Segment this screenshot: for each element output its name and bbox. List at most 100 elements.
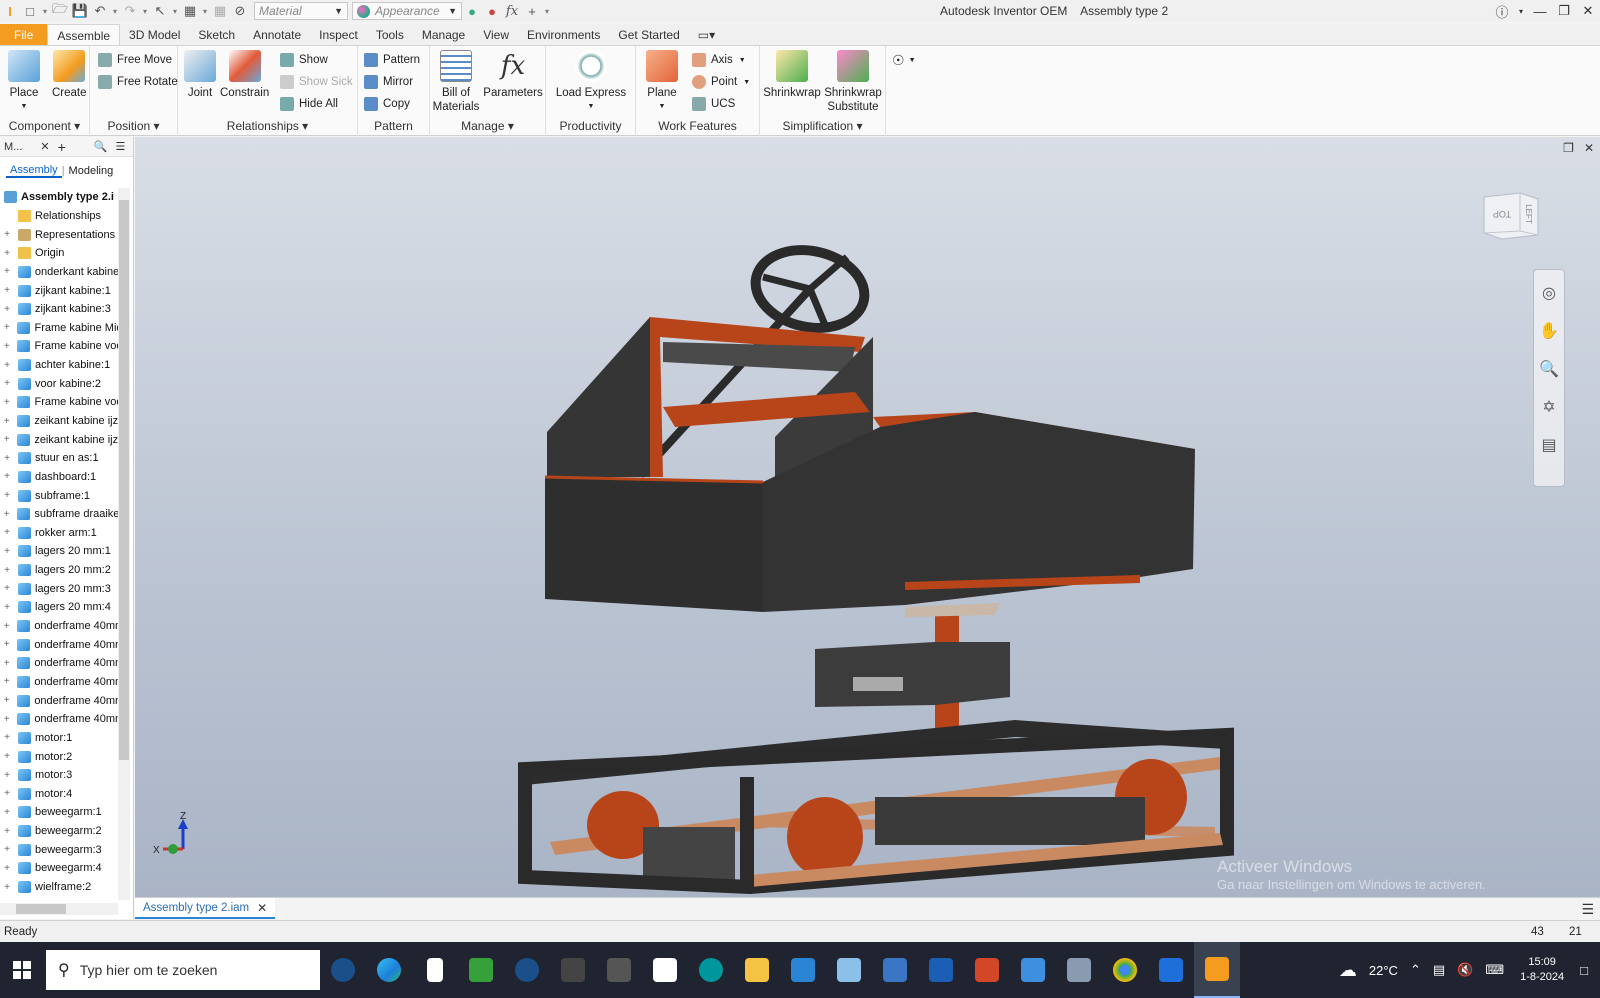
tree-node[interactable]: + onderframe 40mm — [0, 710, 118, 729]
tab-manage[interactable]: Manage — [413, 24, 474, 46]
taskbar-app-arduino[interactable] — [688, 942, 734, 998]
clock[interactable]: 15:09 1-8-2024 — [1520, 955, 1564, 985]
expand-icon[interactable]: + — [2, 546, 12, 557]
zoom-icon[interactable]: 🔍 — [1534, 354, 1564, 384]
expand-icon[interactable]: + — [2, 378, 12, 389]
taskbar-app-steam-2[interactable] — [504, 942, 550, 998]
expand-icon[interactable]: + — [2, 583, 12, 594]
update-dropdown-icon[interactable]: ▾ — [200, 7, 210, 16]
expand-icon[interactable]: + — [2, 695, 11, 706]
clear-appearance-icon[interactable]: ⊘ — [230, 1, 250, 21]
orbit-icon[interactable]: ✡ — [1534, 392, 1564, 422]
close-view-icon[interactable]: ✕ — [1584, 141, 1594, 155]
undo-icon[interactable]: ↶ — [90, 1, 110, 21]
keyboard-icon[interactable]: ⌨ — [1485, 962, 1504, 978]
expand-icon[interactable]: + — [2, 639, 11, 650]
tree-node[interactable]: + subframe draaiker — [0, 505, 118, 524]
tab-assemble[interactable]: Assemble — [47, 24, 121, 46]
taskbar-app-printer[interactable] — [1056, 942, 1102, 998]
help-dropdown-icon[interactable]: ▾ — [1514, 7, 1528, 16]
pan-icon[interactable]: ✋ — [1534, 316, 1564, 346]
taskbar-app-c[interactable] — [1148, 942, 1194, 998]
clear-override-icon[interactable]: ● — [482, 1, 502, 21]
axis-button[interactable]: Axis ▼ — [692, 50, 746, 70]
tab-sketch[interactable]: Sketch — [189, 24, 244, 46]
document-tab[interactable]: Assembly type 2.iam ✕ — [135, 898, 276, 919]
viewcube[interactable]: TOP LEFT — [1480, 189, 1540, 241]
tree-node[interactable]: + beweegarm:2 — [0, 822, 118, 841]
tree-node[interactable]: + achter kabine:1 — [0, 356, 118, 375]
tab-get-started[interactable]: Get Started — [609, 24, 688, 46]
create-button[interactable]: Create — [52, 50, 87, 100]
copy-button[interactable]: Copy — [364, 94, 410, 114]
rebuild-icon[interactable]: ▦ — [210, 1, 230, 21]
tree-node[interactable]: + Frame kabine voo — [0, 393, 118, 412]
pattern-button[interactable]: Pattern — [364, 50, 420, 70]
taskbar-app-explorer[interactable] — [734, 942, 780, 998]
minimize-button[interactable]: — — [1528, 4, 1552, 19]
expand-icon[interactable]: + — [2, 882, 12, 893]
new-dropdown-icon[interactable]: ▾ — [40, 7, 50, 16]
expand-icon[interactable]: + — [2, 621, 11, 632]
group-label[interactable]: Simplification ▾ — [760, 119, 885, 133]
taskbar-app-tool[interactable] — [550, 942, 596, 998]
tab-file[interactable]: File — [0, 24, 48, 46]
tree-node[interactable]: + subframe:1 — [0, 486, 118, 505]
tree-node[interactable]: + stuur en as:1 — [0, 449, 118, 468]
undo-dropdown-icon[interactable]: ▾ — [110, 7, 120, 16]
taskbar-app-game[interactable] — [458, 942, 504, 998]
steering-wheels-icon[interactable]: ◎ — [1534, 278, 1564, 308]
tree-node[interactable]: + zijkant kabine:1 — [0, 281, 118, 300]
chevron-up-icon[interactable]: ⌃ — [1410, 962, 1421, 978]
look-at-icon[interactable]: ▤ — [1534, 430, 1564, 460]
close-button[interactable]: ✕ — [1576, 3, 1600, 19]
tree-node[interactable]: + wielframe:2 — [0, 878, 118, 896]
expand-icon[interactable]: + — [2, 751, 12, 762]
taskbar-app-roblox[interactable] — [642, 942, 688, 998]
taskbar-app-office[interactable] — [964, 942, 1010, 998]
tree-node[interactable]: + beweegarm:4 — [0, 859, 118, 878]
tree-node[interactable]: + dashboard:1 — [0, 468, 118, 487]
mirror-button[interactable]: Mirror — [364, 72, 413, 92]
plane-button[interactable]: Plane ▼ — [646, 50, 678, 114]
save-icon[interactable]: 💾 — [70, 1, 90, 21]
restore-button[interactable]: ❐ — [1552, 3, 1576, 19]
expand-icon[interactable]: + — [2, 471, 12, 482]
expand-icon[interactable]: + — [2, 304, 12, 315]
new-file-icon[interactable]: □ — [20, 1, 40, 21]
expand-icon[interactable]: + — [2, 714, 11, 725]
expand-icon[interactable]: + — [2, 565, 12, 576]
expand-icon[interactable]: + — [2, 322, 11, 333]
tree-node[interactable]: + onderframe 40mm — [0, 654, 118, 673]
help-icon[interactable]: ⓘ — [1490, 2, 1514, 21]
taskbar-app-edge[interactable] — [366, 942, 412, 998]
tree-node[interactable]: + lagers 20 mm:3 — [0, 579, 118, 598]
close-icon[interactable]: ✕ — [257, 901, 267, 915]
tab-3d-model[interactable]: 3D Model — [120, 24, 189, 46]
tree-node[interactable]: + motor:2 — [0, 747, 118, 766]
tab-modeling[interactable]: Modeling — [65, 165, 118, 177]
tree-node[interactable]: + zeikant kabine ijze — [0, 412, 118, 431]
taskbar-app-store[interactable] — [872, 942, 918, 998]
customize-dropdown-icon[interactable]: ▾ — [542, 7, 552, 16]
fx-icon[interactable]: fx — [502, 1, 522, 21]
tab-view[interactable]: View — [474, 24, 518, 46]
group-label[interactable]: Position ▾ — [90, 119, 177, 133]
tab-environments[interactable]: Environments — [518, 24, 609, 46]
browser-vertical-scrollbar[interactable] — [118, 188, 130, 900]
taskbar-app-ship[interactable] — [596, 942, 642, 998]
expand-icon[interactable]: + — [2, 807, 12, 818]
joint-button[interactable]: Joint — [184, 50, 216, 100]
select-icon[interactable]: ↖ — [150, 1, 170, 21]
expand-icon[interactable]: + — [2, 285, 12, 296]
expand-icon[interactable]: + — [2, 788, 12, 799]
parameters-button[interactable]: fx Parameters — [482, 50, 544, 100]
expand-icon[interactable]: + — [2, 434, 11, 445]
expand-icon[interactable]: + — [2, 658, 11, 669]
expand-icon[interactable]: + — [2, 844, 12, 855]
group-label[interactable]: Manage ▾ — [430, 119, 545, 133]
tree-node[interactable]: + onderframe 40mm — [0, 673, 118, 692]
tree-node[interactable]: + zeikant kabine ijze — [0, 430, 118, 449]
expand-icon[interactable]: + — [2, 490, 12, 501]
select-dropdown-icon[interactable]: ▾ — [170, 7, 180, 16]
